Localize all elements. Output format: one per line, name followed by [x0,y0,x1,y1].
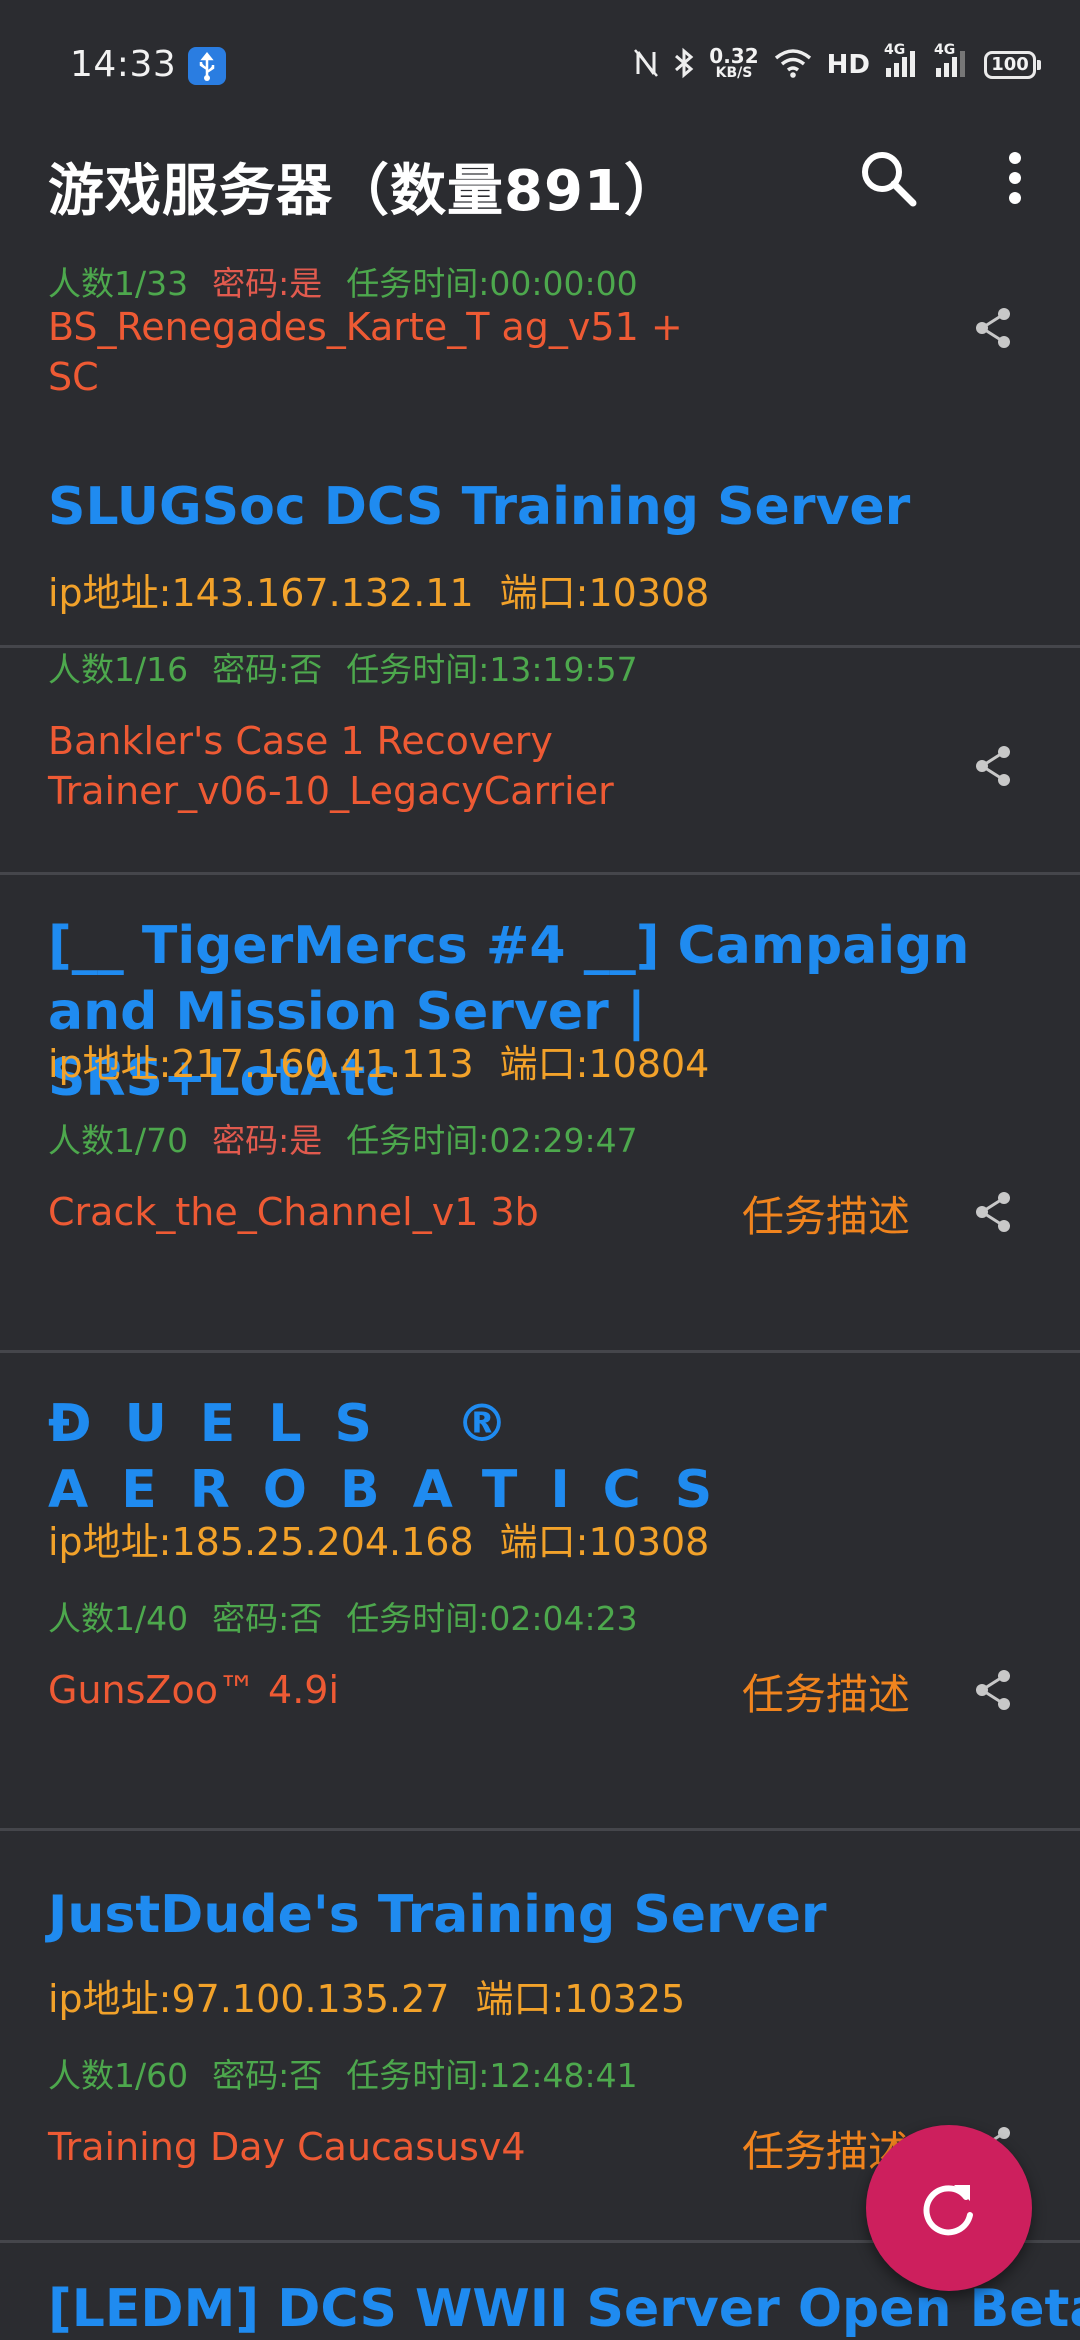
app-bar: 游戏服务器（数量891） [0,130,1080,235]
more-options-button[interactable] [990,145,1040,211]
players-count: 人数1/16 [48,650,189,689]
nfc-off-icon [633,48,659,82]
players-count: 人数1/70 [48,1121,189,1160]
search-icon [862,152,917,207]
share-button[interactable] [970,742,1018,790]
server-address: ip地址:143.167.132.11 端口:10308 [48,562,709,617]
network-speed-value: 0.32 [709,44,759,68]
hd-label: HD [826,50,870,80]
mission-time: 任务时间:13:19:57 [346,650,638,689]
server-title: JustDude's Training Server [48,1885,827,1945]
share-icon [976,1670,1010,1710]
refresh-button[interactable] [866,2125,1032,2291]
server-address: ip地址:217.160.41.113 端口:10804 [48,1033,709,1088]
share-icon [976,1192,1010,1232]
server-title: [LEDM] DCS WWII Server Open Beta [48,2279,1080,2339]
signal-icon: 4G [934,42,970,82]
ip-address: ip地址:97.100.135.27 [48,1977,450,2021]
server-card[interactable]: ĐUELS ® AEROBATICS ip地址:185.25.204.168 端口… [0,1353,1080,1831]
mission-description-button[interactable]: 任务描述 [742,1661,910,1722]
network-speed: 0.32 KB/S [709,44,759,82]
network-speed-unit: KB/S [715,65,753,81]
mission-name: Training Day Caucasusv4 [48,2125,526,2169]
status-bar: 14:33 0.32 KB/S HD 4G 4G 100 [0,0,1080,130]
players-count: 人数1/33 [48,264,189,303]
port: 端口:10804 [499,1042,710,1086]
password-status: 密码:否 [212,650,323,689]
more-vert-icon [1009,152,1021,204]
server-meta: 人数1/60 密码:否 任务时间:12:48:41 [48,2049,638,2097]
share-icon [976,308,1010,348]
server-title: SLUGSoc DCS Training Server [48,477,911,537]
mission-time: 任务时间:12:48:41 [346,2056,638,2095]
mission-name: GunsZoo™ 4.9i [48,1668,340,1712]
server-meta: 人数1/16 密码:否 任务时间:13:19:57 [48,643,638,691]
mission-description-button[interactable]: 任务描述 [742,1183,910,1244]
screen: 14:33 0.32 KB/S HD 4G 4G 100 游戏服务器（数量891… [0,0,1080,2340]
battery-icon: 100 [984,51,1041,79]
share-icon [976,746,1010,786]
bluetooth-icon [673,47,695,83]
mission-name: Crack_the_Channel_v1 3b [48,1190,539,1234]
server-meta: 人数1/70 密码:是 任务时间:02:29:47 [48,1114,638,1162]
mission-name: Bankler's Case 1 Recovery Trainer_v06-10… [48,719,614,813]
mission-time: 任务时间:02:29:47 [346,1121,638,1160]
server-meta: 人数1/40 密码:否 任务时间:02:04:23 [48,1592,638,1640]
server-card[interactable]: SLUGSoc DCS Training Server ip地址:143.167… [0,413,1080,875]
mission-time: 任务时间:02:04:23 [346,1599,638,1638]
status-time: 14:33 [70,44,177,85]
share-button[interactable] [970,1666,1018,1714]
server-title: ĐUELS ® AEROBATICS [48,1394,746,1520]
mission-time: 任务时间:00:00:00 [346,264,638,303]
port: 端口:10325 [475,1977,686,2021]
port: 端口:10308 [499,1520,710,1564]
server-address: ip地址:185.25.204.168 端口:10308 [48,1511,709,1566]
share-button[interactable] [970,304,1018,352]
ip-address: ip地址:143.167.132.11 [48,571,474,615]
players-count: 人数1/40 [48,1599,189,1638]
network-type-label: 4G [934,42,956,58]
ip-address: ip地址:185.25.204.168 [48,1520,474,1564]
server-address: ip地址:97.100.135.27 端口:10325 [48,1968,685,2023]
mission-name: BS_Renegades_Karte_T ag_v51 + SC [48,305,683,399]
usb-icon [188,47,226,85]
password-status: 密码:是 [212,1121,323,1160]
server-card[interactable]: [__ TigerMercs #4 __] Campaign and Missi… [0,875,1080,1353]
password-status: 密码:是 [212,264,323,303]
server-meta: 人数1/33 密码:是 任务时间:00:00:00 [48,257,638,305]
share-button[interactable] [970,1188,1018,1236]
status-icons: 0.32 KB/S HD 4G 4G 100 [633,40,1041,90]
password-status: 密码:否 [212,2056,323,2095]
port: 端口:10308 [499,571,710,615]
wifi-icon [773,48,813,82]
network-type-label: 4G [884,42,906,58]
search-button[interactable] [855,145,921,211]
page-title: 游戏服务器（数量891） [48,159,681,224]
players-count: 人数1/60 [48,2056,189,2095]
server-list[interactable]: 人数1/33 密码:是 任务时间:00:00:00 BS_Renegades_Kar… [0,235,1080,2340]
signal-icon: 4G [884,42,920,82]
refresh-icon [923,2185,973,2236]
password-status: 密码:否 [212,1599,323,1638]
ip-address: ip地址:217.160.41.113 [48,1042,474,1086]
